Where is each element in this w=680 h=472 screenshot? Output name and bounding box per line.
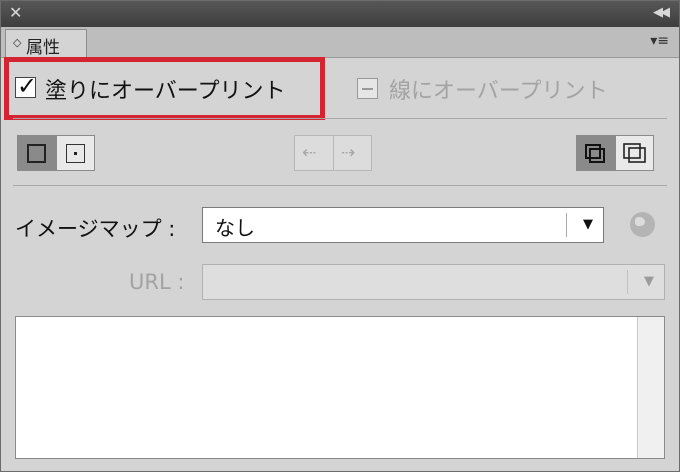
dropdown-separator	[627, 270, 628, 294]
forward-direction-button: ⇢	[333, 136, 371, 170]
url-select: ▼	[202, 264, 665, 300]
divider	[13, 185, 667, 186]
square-icon	[27, 144, 46, 163]
center-toggle-group	[17, 135, 95, 171]
direction-group: ⇠ ⇢	[294, 135, 372, 171]
collapse-icon[interactable]: ◀◀	[653, 5, 670, 20]
url-label: URL :	[129, 270, 185, 294]
minus-icon	[362, 88, 373, 90]
scrollbar[interactable]	[637, 317, 664, 458]
notes-textarea[interactable]	[15, 316, 665, 459]
arrow-left-icon: ⇠	[302, 143, 317, 163]
even-odd-button[interactable]	[615, 136, 653, 170]
arrow-right-icon: ⇢	[341, 143, 356, 163]
image-map-label: イメージマップ :	[15, 217, 176, 241]
dropdown-separator	[566, 213, 567, 237]
overprint-stroke-label: 線にオーバープリント	[389, 79, 608, 104]
red-highlight-box	[4, 57, 325, 120]
hide-center-button[interactable]	[18, 136, 56, 170]
globe-icon	[630, 212, 655, 237]
tab-attributes[interactable]: ◇ 属性	[5, 29, 87, 58]
even-odd-fill-icon	[623, 143, 646, 163]
nonzero-fill-icon	[585, 144, 605, 163]
tab-strip: ◇ 属性 ▾≡	[1, 27, 679, 58]
chevron-down-icon: ▼	[644, 274, 654, 289]
show-center-button[interactable]	[56, 136, 94, 170]
reverse-direction-button: ⇠	[295, 136, 333, 170]
divider	[13, 118, 667, 119]
close-icon[interactable]: ✕	[9, 4, 22, 22]
tab-label: 属性	[26, 38, 60, 58]
image-map-select[interactable]: なし ▼	[202, 207, 604, 243]
tab-expand-icon[interactable]: ◇	[13, 36, 21, 49]
chevron-down-icon[interactable]: ▼	[583, 217, 593, 232]
fill-rule-group	[576, 135, 654, 171]
attributes-panel: ✕ ◀◀ ◇ 属性 ▾≡ ✓ 塗りにオーバープリント 線にオーバープリント ⇠	[0, 0, 680, 472]
nonzero-winding-button[interactable]	[577, 136, 615, 170]
panel-menu-icon[interactable]: ▾≡	[650, 33, 669, 49]
center-point-icon	[66, 144, 85, 163]
panel-titlebar: ✕ ◀◀	[1, 1, 679, 27]
image-map-value: なし	[215, 216, 255, 240]
overprint-stroke-checkbox	[357, 78, 378, 99]
